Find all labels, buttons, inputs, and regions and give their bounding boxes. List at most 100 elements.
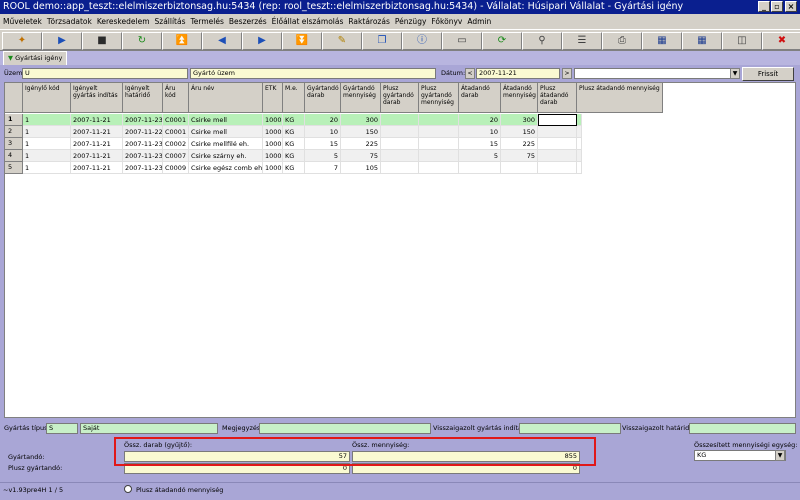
row-header[interactable]: 1 — [5, 114, 23, 126]
cell-plusz-atadando-mennyiseg[interactable] — [577, 162, 582, 174]
visszaigazolt-inditas-field[interactable] — [519, 423, 621, 434]
last-button[interactable]: ⏬ — [282, 32, 322, 50]
cell-gyartando-darab[interactable]: 15 — [305, 138, 341, 150]
menu-fokonyv[interactable]: Főkönyv — [431, 17, 462, 26]
column-header-me[interactable]: M.e. — [283, 83, 305, 113]
cell-plusz-gyartando-darab[interactable] — [381, 138, 419, 150]
cell-plusz-atadando-mennyiseg[interactable] — [577, 150, 582, 162]
cell-aru-nev[interactable]: Csirke mellfilé eh. — [189, 138, 263, 150]
row-header[interactable]: 5 — [5, 162, 23, 174]
extra-dropdown-arrow[interactable]: ▼ — [730, 68, 740, 79]
info-button[interactable]: ⓘ — [402, 32, 442, 50]
cell-igenylo-kod[interactable]: 1 — [23, 150, 71, 162]
cell-hatarido[interactable]: 2007-11-23 — [123, 138, 163, 150]
cell-etk[interactable]: 10009 — [263, 162, 283, 174]
cell-gyartando-mennyiseg[interactable]: 300 — [341, 114, 381, 126]
first-button[interactable]: ⏫ — [162, 32, 202, 50]
megjegyzes-field[interactable] — [259, 423, 431, 434]
cell-plusz-gyartando-mennyiseg[interactable] — [419, 162, 459, 174]
uzem-name-field[interactable]: Gyártó üzem — [190, 68, 436, 79]
column-header-atadando-mennyiseg[interactable]: Átadandó mennyiség — [501, 83, 538, 113]
column-header-aru-nev[interactable]: Áru név — [189, 83, 263, 113]
window-button[interactable]: ◫ — [722, 32, 762, 50]
cell-me[interactable]: KG — [283, 138, 305, 150]
cell-gyartando-mennyiseg[interactable]: 225 — [341, 138, 381, 150]
save-button[interactable]: ■ — [82, 32, 122, 50]
column-header-plusz-gyartando-darab[interactable]: Plusz gyártandó darab — [381, 83, 419, 113]
cell-plusz-atadando-darab[interactable] — [538, 150, 577, 162]
cell-aru-nev[interactable]: Csirke mell — [189, 114, 263, 126]
column-header-etk[interactable]: ETK — [263, 83, 283, 113]
gyartas-tipus-code-field[interactable]: S — [46, 423, 78, 434]
copy-button[interactable]: ❐ — [362, 32, 402, 50]
unit-dropdown-arrow[interactable]: ▼ — [775, 450, 785, 461]
menu-termeles[interactable]: Termelés — [191, 17, 224, 26]
cell-plusz-atadando-darab[interactable] — [538, 162, 577, 174]
cell-igenylo-kod[interactable]: 1 — [23, 126, 71, 138]
unit-select[interactable]: KG — [694, 450, 786, 461]
column-header-gyartando-mennyiseg[interactable]: Gyártandó mennyiség — [341, 83, 381, 113]
cell-aru-kod[interactable]: C0001 — [163, 126, 189, 138]
cell-plusz-gyartando-darab[interactable] — [381, 150, 419, 162]
new-button[interactable]: ✦ — [2, 32, 42, 50]
next-button[interactable]: ▶ — [242, 32, 282, 50]
cell-aru-nev[interactable]: Csirke szárny eh. — [189, 150, 263, 162]
cell-aru-kod[interactable]: C0001 — [163, 114, 189, 126]
date-prev-button[interactable]: < — [465, 68, 475, 79]
cell-aru-nev[interactable]: Csirke mell — [189, 126, 263, 138]
cell-atadando-mennyiseg[interactable]: 300 — [501, 114, 538, 126]
cell-gyartas-inditas[interactable]: 2007-11-21 — [71, 126, 123, 138]
grid-button[interactable]: ▦ — [682, 32, 722, 50]
column-header-plusz-gyartando-mennyiseg[interactable]: Plusz gyártandó mennyiség — [419, 83, 459, 113]
visszaigazolt-hatarido-field[interactable] — [689, 423, 796, 434]
undo-button[interactable]: ↻ — [122, 32, 162, 50]
cell-plusz-gyartando-mennyiseg[interactable] — [419, 150, 459, 162]
exit-button[interactable]: ✖ — [762, 32, 800, 50]
menu-muveletek[interactable]: Műveletek — [3, 17, 42, 26]
menu-torzsadatok[interactable]: Törzsadatok — [47, 17, 92, 26]
cell-plusz-atadando-darab[interactable] — [538, 114, 577, 126]
row-header[interactable]: 4 — [5, 150, 23, 162]
print-button[interactable]: ⎙ — [602, 32, 642, 50]
cell-gyartando-darab[interactable]: 5 — [305, 150, 341, 162]
cell-plusz-gyartando-mennyiseg[interactable] — [419, 114, 459, 126]
cell-atadando-mennyiseg[interactable]: 150 — [501, 126, 538, 138]
list-button[interactable]: ☰ — [562, 32, 602, 50]
tab-gyartasi-igeny[interactable]: ▼ Gyártási igény — [3, 51, 67, 65]
menu-raktarozas[interactable]: Raktározás — [348, 17, 389, 26]
cell-atadando-darab[interactable] — [459, 162, 501, 174]
cell-atadando-darab[interactable]: 15 — [459, 138, 501, 150]
cell-gyartando-mennyiseg[interactable]: 75 — [341, 150, 381, 162]
cell-plusz-gyartando-darab[interactable] — [381, 114, 419, 126]
column-header-hatarido[interactable]: Igényelt határidő — [123, 83, 163, 113]
menu-kereskedelem[interactable]: Kereskedelem — [97, 17, 150, 26]
cell-me[interactable]: KG — [283, 114, 305, 126]
cell-gyartas-inditas[interactable]: 2007-11-21 — [71, 162, 123, 174]
cell-igenylo-kod[interactable]: 1 — [23, 162, 71, 174]
menu-penzugy[interactable]: Pénzügy — [395, 17, 427, 26]
column-header-plusz-atadando-mennyiseg[interactable]: Plusz átadandó mennyiség — [577, 83, 663, 113]
extra-select[interactable] — [574, 68, 740, 79]
cell-me[interactable]: KG — [283, 126, 305, 138]
cell-gyartando-mennyiseg[interactable]: 150 — [341, 126, 381, 138]
cell-plusz-gyartando-mennyiseg[interactable] — [419, 138, 459, 150]
cell-atadando-darab[interactable]: 10 — [459, 126, 501, 138]
cell-plusz-gyartando-mennyiseg[interactable] — [419, 126, 459, 138]
column-header-plusz-atadando-darab[interactable]: Plusz átadandó darab — [538, 83, 577, 113]
column-header-aru-kod[interactable]: Áru kód — [163, 83, 189, 113]
cell-atadando-darab[interactable]: 20 — [459, 114, 501, 126]
date-field[interactable]: 2007-11-21 — [476, 68, 560, 79]
cell-hatarido[interactable]: 2007-11-23 — [123, 114, 163, 126]
cell-igenylo-kod[interactable]: 1 — [23, 114, 71, 126]
cell-plusz-atadando-mennyiseg[interactable] — [577, 126, 582, 138]
column-header-gyartas-inditas[interactable]: Igényelt gyártás indítás — [71, 83, 123, 113]
cell-atadando-mennyiseg[interactable] — [501, 162, 538, 174]
cell-gyartas-inditas[interactable]: 2007-11-21 — [71, 114, 123, 126]
cell-gyartas-inditas[interactable]: 2007-11-21 — [71, 150, 123, 162]
cell-plusz-gyartando-darab[interactable] — [381, 162, 419, 174]
refresh-button[interactable]: ⟳ — [482, 32, 522, 50]
open-button[interactable]: ▶ — [42, 32, 82, 50]
cell-etk[interactable]: 10002 — [263, 138, 283, 150]
cell-plusz-atadando-darab[interactable] — [538, 126, 577, 138]
cell-atadando-darab[interactable]: 5 — [459, 150, 501, 162]
